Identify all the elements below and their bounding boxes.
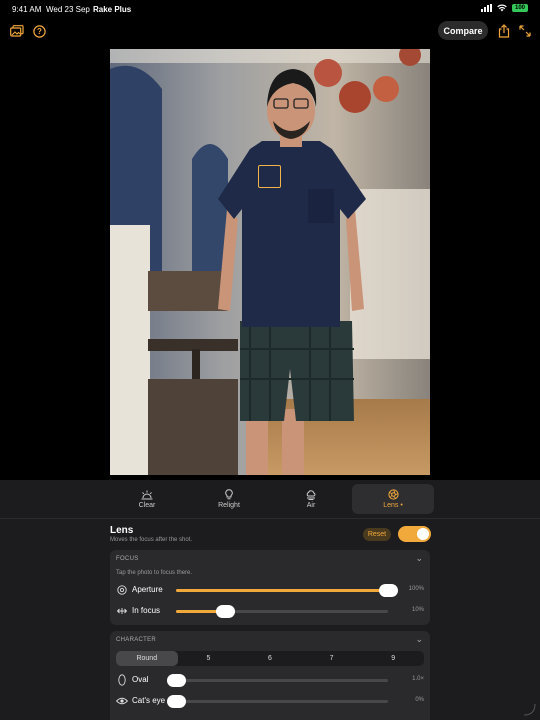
focus-point-marker[interactable] (258, 165, 281, 188)
segment-5[interactable]: 5 (178, 651, 240, 666)
segment-6[interactable]: 6 (239, 651, 301, 666)
reset-button[interactable]: Reset (363, 528, 391, 541)
chevron-down-icon[interactable]: ⌄ (415, 634, 423, 645)
focus-range-icon (116, 605, 128, 617)
slider-label: Oval (132, 675, 149, 684)
in-focus-slider[interactable] (176, 605, 388, 618)
aperture-slider[interactable] (176, 584, 398, 597)
help-icon[interactable]: ? (30, 22, 48, 40)
lens-enable-toggle[interactable] (398, 526, 431, 542)
status-app-name[interactable]: Rake Plus (93, 5, 131, 14)
focus-card: FOCUS ⌄ Tap the photo to focus there. Ap… (110, 550, 430, 625)
oval-icon (116, 674, 128, 686)
aperture-icon (387, 489, 399, 500)
segment-7[interactable]: 7 (301, 651, 363, 666)
portrait-photo (110, 49, 430, 475)
gallery-icon[interactable] (8, 22, 26, 40)
section-subtitle: Moves the focus after the shot. (110, 537, 193, 543)
slider-label: Aperture (132, 585, 163, 594)
battery-icon: 100 (512, 4, 528, 12)
slider-thumb[interactable] (379, 584, 398, 597)
chevron-down-icon[interactable]: ⌄ (415, 553, 423, 564)
slider-thumb[interactable] (215, 605, 235, 618)
card-title: CHARACTER (116, 637, 157, 643)
cats-eye-slider[interactable] (167, 695, 388, 708)
aperture-icon (116, 584, 128, 596)
slider-value: 10% (411, 607, 424, 613)
bulb-icon (225, 489, 233, 500)
bokeh-shape-segmented-control: Round 5 6 7 9 (116, 651, 424, 666)
oval-slider-row: Oval 1.0× (116, 673, 424, 687)
slider-fill (176, 589, 388, 592)
sun-icon (141, 490, 153, 499)
tab-air[interactable]: Air (270, 484, 352, 514)
status-indicators: 100 (481, 4, 528, 12)
slider-thumb[interactable] (167, 674, 186, 687)
cloud-icon (306, 489, 316, 500)
slider-value: 100% (408, 586, 424, 592)
character-card: CHARACTER ⌄ Round 5 6 7 9 Oval 1.0× Cat'… (110, 631, 430, 720)
share-icon[interactable] (495, 22, 513, 40)
slider-label: In focus (132, 606, 161, 615)
status-bar: 9:41 AM Wed 23 Sep Rake Plus 100 (0, 0, 540, 18)
wifi-icon (497, 4, 507, 12)
photo-canvas[interactable] (110, 49, 430, 475)
expand-icon[interactable] (516, 22, 534, 40)
cellular-signal-icon (481, 4, 492, 12)
tab-label: Lens • (383, 502, 403, 509)
slider-value: 0% (415, 697, 424, 703)
slider-label: Cat's eye (132, 696, 166, 705)
cats-eye-slider-row: Cat's eye 0% (116, 694, 424, 708)
slider-thumb[interactable] (167, 695, 186, 708)
tab-clear[interactable]: Clear (106, 484, 188, 514)
in-focus-slider-row: In focus 10% (116, 604, 424, 618)
oval-slider[interactable] (167, 674, 388, 687)
card-hint: Tap the photo to focus there. (116, 570, 193, 576)
slider-value: 1.0× (412, 676, 424, 682)
section-title: Lens (110, 525, 134, 536)
battery-level: 100 (514, 5, 525, 11)
tab-label: Clear (138, 501, 156, 509)
segment-round[interactable]: Round (116, 651, 178, 666)
compare-button[interactable]: Compare (438, 21, 488, 40)
tab-label: Air (306, 501, 316, 509)
svg-text:?: ? (37, 27, 42, 36)
divider (0, 518, 540, 519)
status-date: Wed 23 Sep (46, 5, 90, 14)
tab-lens[interactable]: Lens • (352, 484, 434, 514)
tool-tabs: Clear Relight Air Lens • (106, 484, 434, 514)
aperture-slider-row: Aperture 100% (116, 583, 424, 597)
segment-9[interactable]: 9 (362, 651, 424, 666)
card-title: FOCUS (116, 556, 139, 562)
status-time: 9:41 AM (12, 5, 42, 14)
resize-handle-icon[interactable] (522, 702, 536, 716)
tab-label: Relight (218, 502, 240, 509)
tab-relight[interactable]: Relight (188, 484, 270, 514)
eye-icon (116, 695, 128, 707)
